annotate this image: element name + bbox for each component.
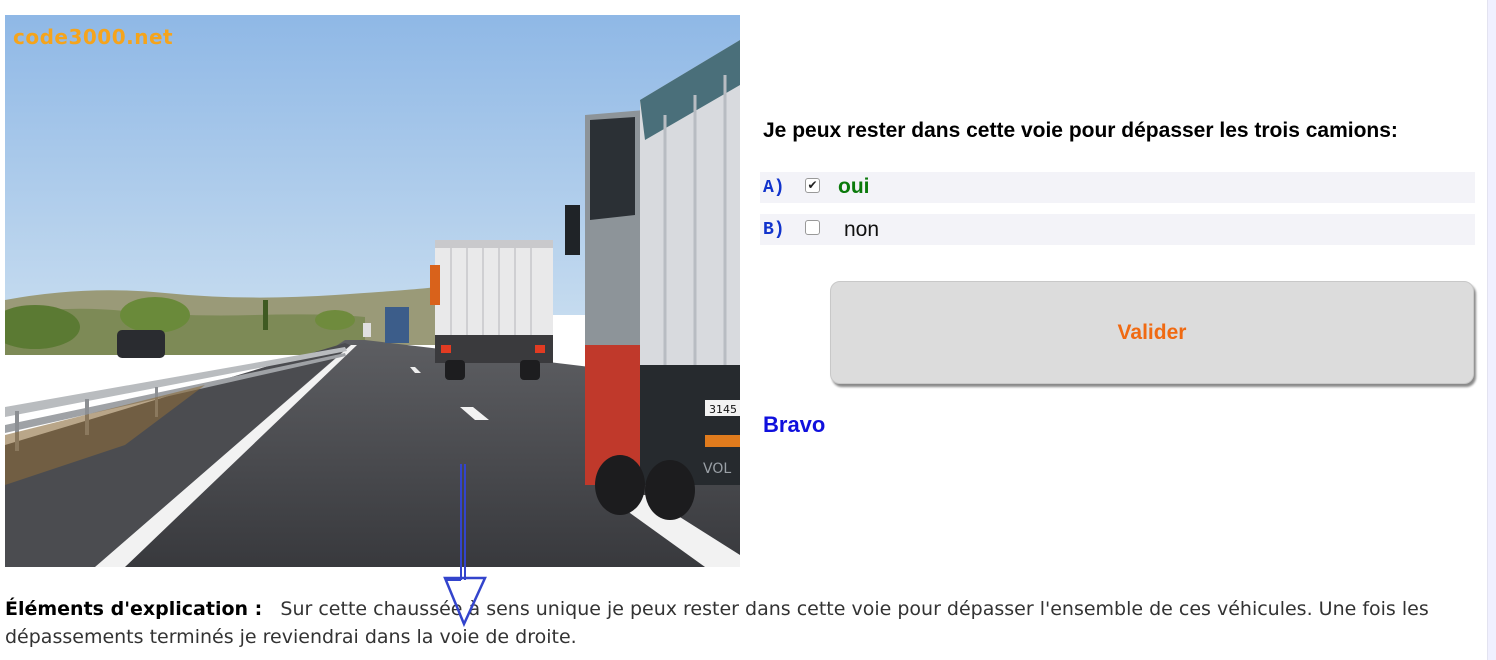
explanation-label: Éléments d'explication : — [5, 598, 263, 620]
feedback-message: Bravo — [763, 412, 826, 437]
truck-brand-text: VOL — [703, 461, 731, 477]
explanation-separator — [268, 598, 274, 620]
answer-letter-a: A) — [763, 178, 785, 198]
explanation-block: Éléments d'explication : Sur cette chaus… — [5, 595, 1485, 651]
answer-label-b: non — [844, 218, 880, 241]
answer-checkbox-b[interactable] — [805, 220, 820, 235]
down-arrow-icon — [443, 464, 487, 628]
watermark-logo: code3000.net — [13, 25, 174, 49]
question-text: Je peux rester dans cette voie pour dépa… — [763, 119, 1398, 142]
answer-label-a: oui — [838, 175, 870, 198]
answer-letter-b: B) — [763, 220, 785, 240]
road-scene-image: 3145 VOL — [5, 15, 740, 567]
answer-checkbox-a[interactable]: ✔ — [805, 178, 820, 193]
answer-row-b[interactable]: B) non — [760, 214, 1475, 245]
validate-button[interactable]: Valider — [830, 281, 1474, 384]
question-photo: 3145 VOL code3000.net — [5, 15, 740, 567]
answer-row-a[interactable]: A) ✔ oui — [760, 172, 1475, 203]
check-icon: ✔ — [807, 178, 818, 192]
page-scroll-strip — [1487, 0, 1496, 660]
license-plate-text: 3145 — [709, 403, 737, 416]
